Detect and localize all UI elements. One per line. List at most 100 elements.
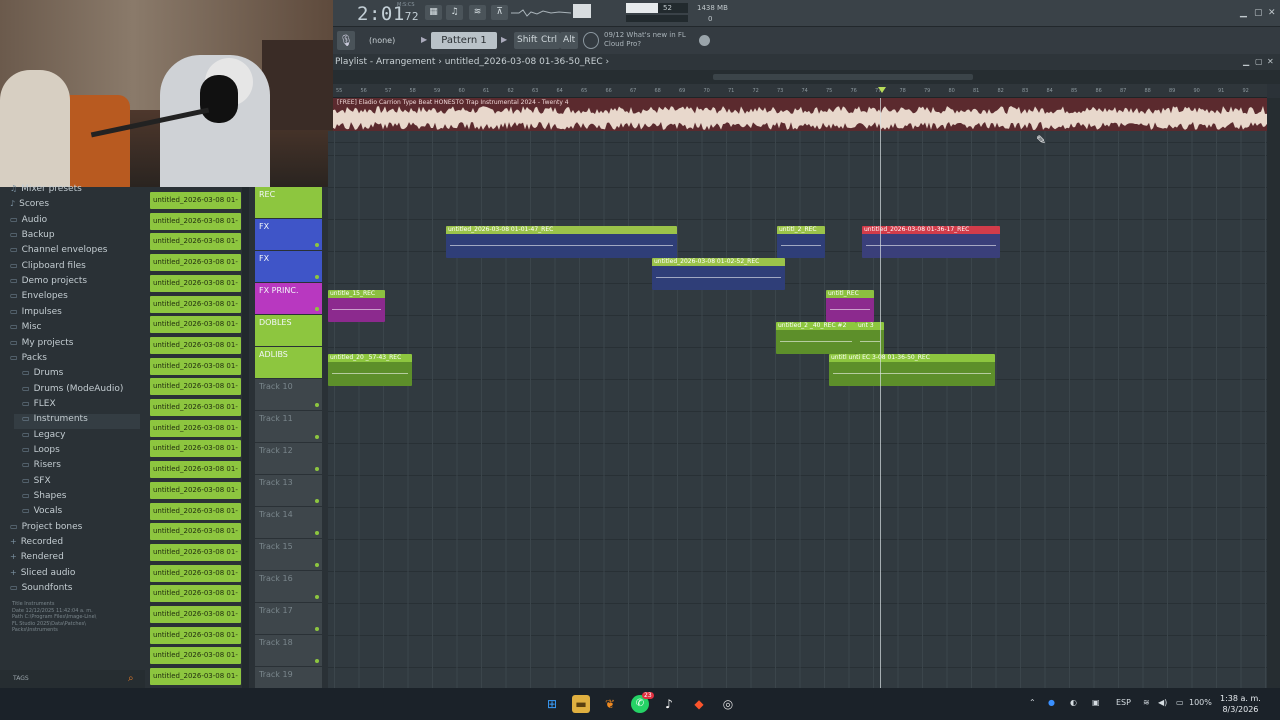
browser-item[interactable]: ▭ Drums (ModeAudio) xyxy=(22,384,123,399)
language-indicator[interactable]: ESP xyxy=(1116,698,1131,707)
pattern-selector[interactable]: (none) xyxy=(369,36,395,45)
track-mute-led[interactable] xyxy=(315,243,319,247)
browser-item[interactable]: ▭ Demo projects xyxy=(10,276,87,291)
picker-clip[interactable]: untitled_2026-03-08 01- xyxy=(150,543,241,561)
ctrl-button[interactable]: Ctrl xyxy=(538,32,561,49)
browser-item[interactable]: ▭ Project bones xyxy=(10,522,82,537)
track-mute-led[interactable] xyxy=(315,659,319,663)
playlist-clip[interactable]: untitled_2026-03-08 01-01-47_REC xyxy=(446,226,677,258)
browser-item[interactable]: ▭ Channel envelopes xyxy=(10,245,107,260)
track-header[interactable]: ADLIBS xyxy=(255,347,322,378)
system-clock[interactable]: 1:38 a. m. 8/3/2026 xyxy=(1220,693,1261,715)
picker-clip[interactable]: untitled_2026-03-08 01- xyxy=(150,440,241,458)
search-icon[interactable]: ⌕ xyxy=(128,673,134,684)
master-volume-icon[interactable] xyxy=(573,4,591,18)
track-header[interactable]: Track 14 xyxy=(255,507,322,538)
playlist-clip[interactable]: untitled_2026-03-08 01-02-52_REC xyxy=(652,258,785,290)
picker-clip[interactable]: untitled_2026-03-08 01- xyxy=(150,564,241,582)
playlist-clip[interactable]: untitle_15_REC xyxy=(328,290,385,322)
picker-clip[interactable]: untitled_2026-03-08 01- xyxy=(150,274,241,292)
wifi-icon[interactable]: ≋ xyxy=(1143,698,1150,707)
track-mute-led[interactable] xyxy=(315,403,319,407)
picker-clip[interactable]: untitled_2026-03-08 01- xyxy=(150,481,241,499)
picker-scrollbar[interactable] xyxy=(242,187,249,690)
track-mute-led[interactable] xyxy=(315,627,319,631)
cloud-icon[interactable]: ● xyxy=(1048,698,1055,707)
browser-item[interactable]: ▭ Envelopes xyxy=(10,291,68,306)
track-mute-led[interactable] xyxy=(315,211,319,215)
playlist-clip[interactable]: untitled_2026-03-08 01-36-17_REC xyxy=(862,226,1000,258)
fl-studio-icon[interactable]: ❦ xyxy=(601,695,619,713)
browser-item[interactable]: ♪ Scores xyxy=(10,199,49,214)
picker-clip[interactable]: untitled_2026-03-08 01- xyxy=(150,192,241,209)
browser-item[interactable]: ▭ Backup xyxy=(10,230,55,245)
track-mute-led[interactable] xyxy=(315,275,319,279)
news-panel[interactable]: 09/12 What's new in FL Cloud Pro? xyxy=(604,31,686,49)
track-mute-led[interactable] xyxy=(315,467,319,471)
battery-icon[interactable]: ▭ xyxy=(1176,698,1184,707)
browser-item[interactable]: ▭ Soundfonts xyxy=(10,583,73,598)
piano-roll-button[interactable]: ▦ xyxy=(425,5,442,20)
picker-clip[interactable]: untitled_2026-03-08 01- xyxy=(150,523,241,541)
playlist-title-bar[interactable]: Playlist - Arrangement › untitled_2026-0… xyxy=(333,54,1280,70)
track-header[interactable]: Track 12 xyxy=(255,443,322,474)
browser-item[interactable]: ▭ Drums xyxy=(22,368,63,383)
timeline-ruler[interactable]: 55 56 57 58 59 60 61 62 63 64 65 66 67 68 69 70 71 72 73 74… xyxy=(333,84,1267,98)
browser-item[interactable]: ▭ Legacy xyxy=(22,430,65,445)
track-mute-led[interactable] xyxy=(315,563,319,567)
shift-button[interactable]: Shift xyxy=(514,32,541,49)
browser-item[interactable]: ▭ Shapes xyxy=(22,491,66,506)
track-mute-led[interactable] xyxy=(315,499,319,503)
picker-clip[interactable]: untitled_2026-03-08 01- xyxy=(150,606,241,623)
playlist-button[interactable]: ⊼ xyxy=(491,5,508,20)
picker-clip[interactable]: untitled_2026-03-08 01- xyxy=(150,336,241,354)
playlist-clip[interactable]: untitled_2 _40_REC #2 xyxy=(776,322,856,354)
playlist-clip[interactable]: untitled_20 _57-43_REC xyxy=(328,354,412,386)
browser-item[interactable]: + Sliced audio xyxy=(10,568,75,583)
playlist-clip[interactable]: untitl_2_REC xyxy=(777,226,825,258)
picker-clip[interactable]: untitled_2026-03-08 01- xyxy=(150,419,241,437)
alt-button[interactable]: Alt xyxy=(560,32,579,49)
picker-clip[interactable]: untitled_2026-03-08 01- xyxy=(150,461,241,479)
browser-item[interactable]: + Rendered xyxy=(10,552,64,567)
windows-start-icon[interactable]: ⊞ xyxy=(543,695,561,713)
picker-clip[interactable]: untitled_2026-03-08 01- xyxy=(150,378,241,396)
record-mic-icon[interactable]: 🎙 xyxy=(337,31,355,50)
picker-clip[interactable]: untitled_2026-03-08 01- xyxy=(150,357,241,375)
channel-rack-button[interactable]: ♫ xyxy=(446,5,463,20)
track-mute-led[interactable] xyxy=(315,531,319,535)
picker-clip[interactable]: untitled_2026-03-08 01- xyxy=(150,626,241,644)
playlist-grid[interactable] xyxy=(328,131,1267,688)
browser-item[interactable]: ▭ Instruments xyxy=(14,414,140,430)
browser-item[interactable]: ▭ Misc xyxy=(10,322,41,337)
track-mute-led[interactable] xyxy=(315,595,319,599)
playhead-marker[interactable] xyxy=(878,87,886,93)
playlist-close-icon[interactable]: ✕ xyxy=(1267,57,1274,66)
track-header[interactable]: Track 16 xyxy=(255,571,322,602)
track-header[interactable]: Track 10 xyxy=(255,379,322,410)
picker-clip[interactable]: untitled_2026-03-08 01- xyxy=(150,212,241,230)
browser-item[interactable]: ▭ FLEX xyxy=(22,399,56,414)
browser-item[interactable]: ▭ Packs xyxy=(10,353,47,368)
browser-item[interactable]: ▭ Impulses xyxy=(10,307,62,322)
horizontal-scrollbar[interactable] xyxy=(333,70,1280,84)
playlist-clip[interactable]: untitl unti EC 3-08 01-36-50_REC xyxy=(829,354,995,386)
tray-chevron-icon[interactable]: ⌃ xyxy=(1029,698,1036,707)
picker-clip[interactable]: untitled_2026-03-08 01- xyxy=(150,502,241,520)
track-header[interactable]: FX xyxy=(255,219,322,250)
browser-item[interactable]: ▭ Audio xyxy=(10,215,47,230)
display-tray-icon[interactable]: ▣ xyxy=(1092,698,1100,707)
minimize-icon[interactable]: ▁ xyxy=(1240,8,1247,18)
picker-clip[interactable]: untitled_2026-03-08 01- xyxy=(150,668,241,686)
volume-icon[interactable]: ◀) xyxy=(1158,698,1167,707)
playlist-maximize-icon[interactable]: ▢ xyxy=(1255,57,1263,66)
track-header[interactable]: Track 13 xyxy=(255,475,322,506)
speaker-tray-icon[interactable]: ◐ xyxy=(1070,698,1077,707)
track-mute-led[interactable] xyxy=(315,371,319,375)
vertical-scrollbar[interactable] xyxy=(1267,98,1280,688)
track-mute-led[interactable] xyxy=(315,307,319,311)
track-mute-led[interactable] xyxy=(315,435,319,439)
browser-item[interactable]: + Recorded xyxy=(10,537,63,552)
track-header[interactable]: Track 18 xyxy=(255,635,322,666)
app-icon[interactable]: ◎ xyxy=(719,695,737,713)
